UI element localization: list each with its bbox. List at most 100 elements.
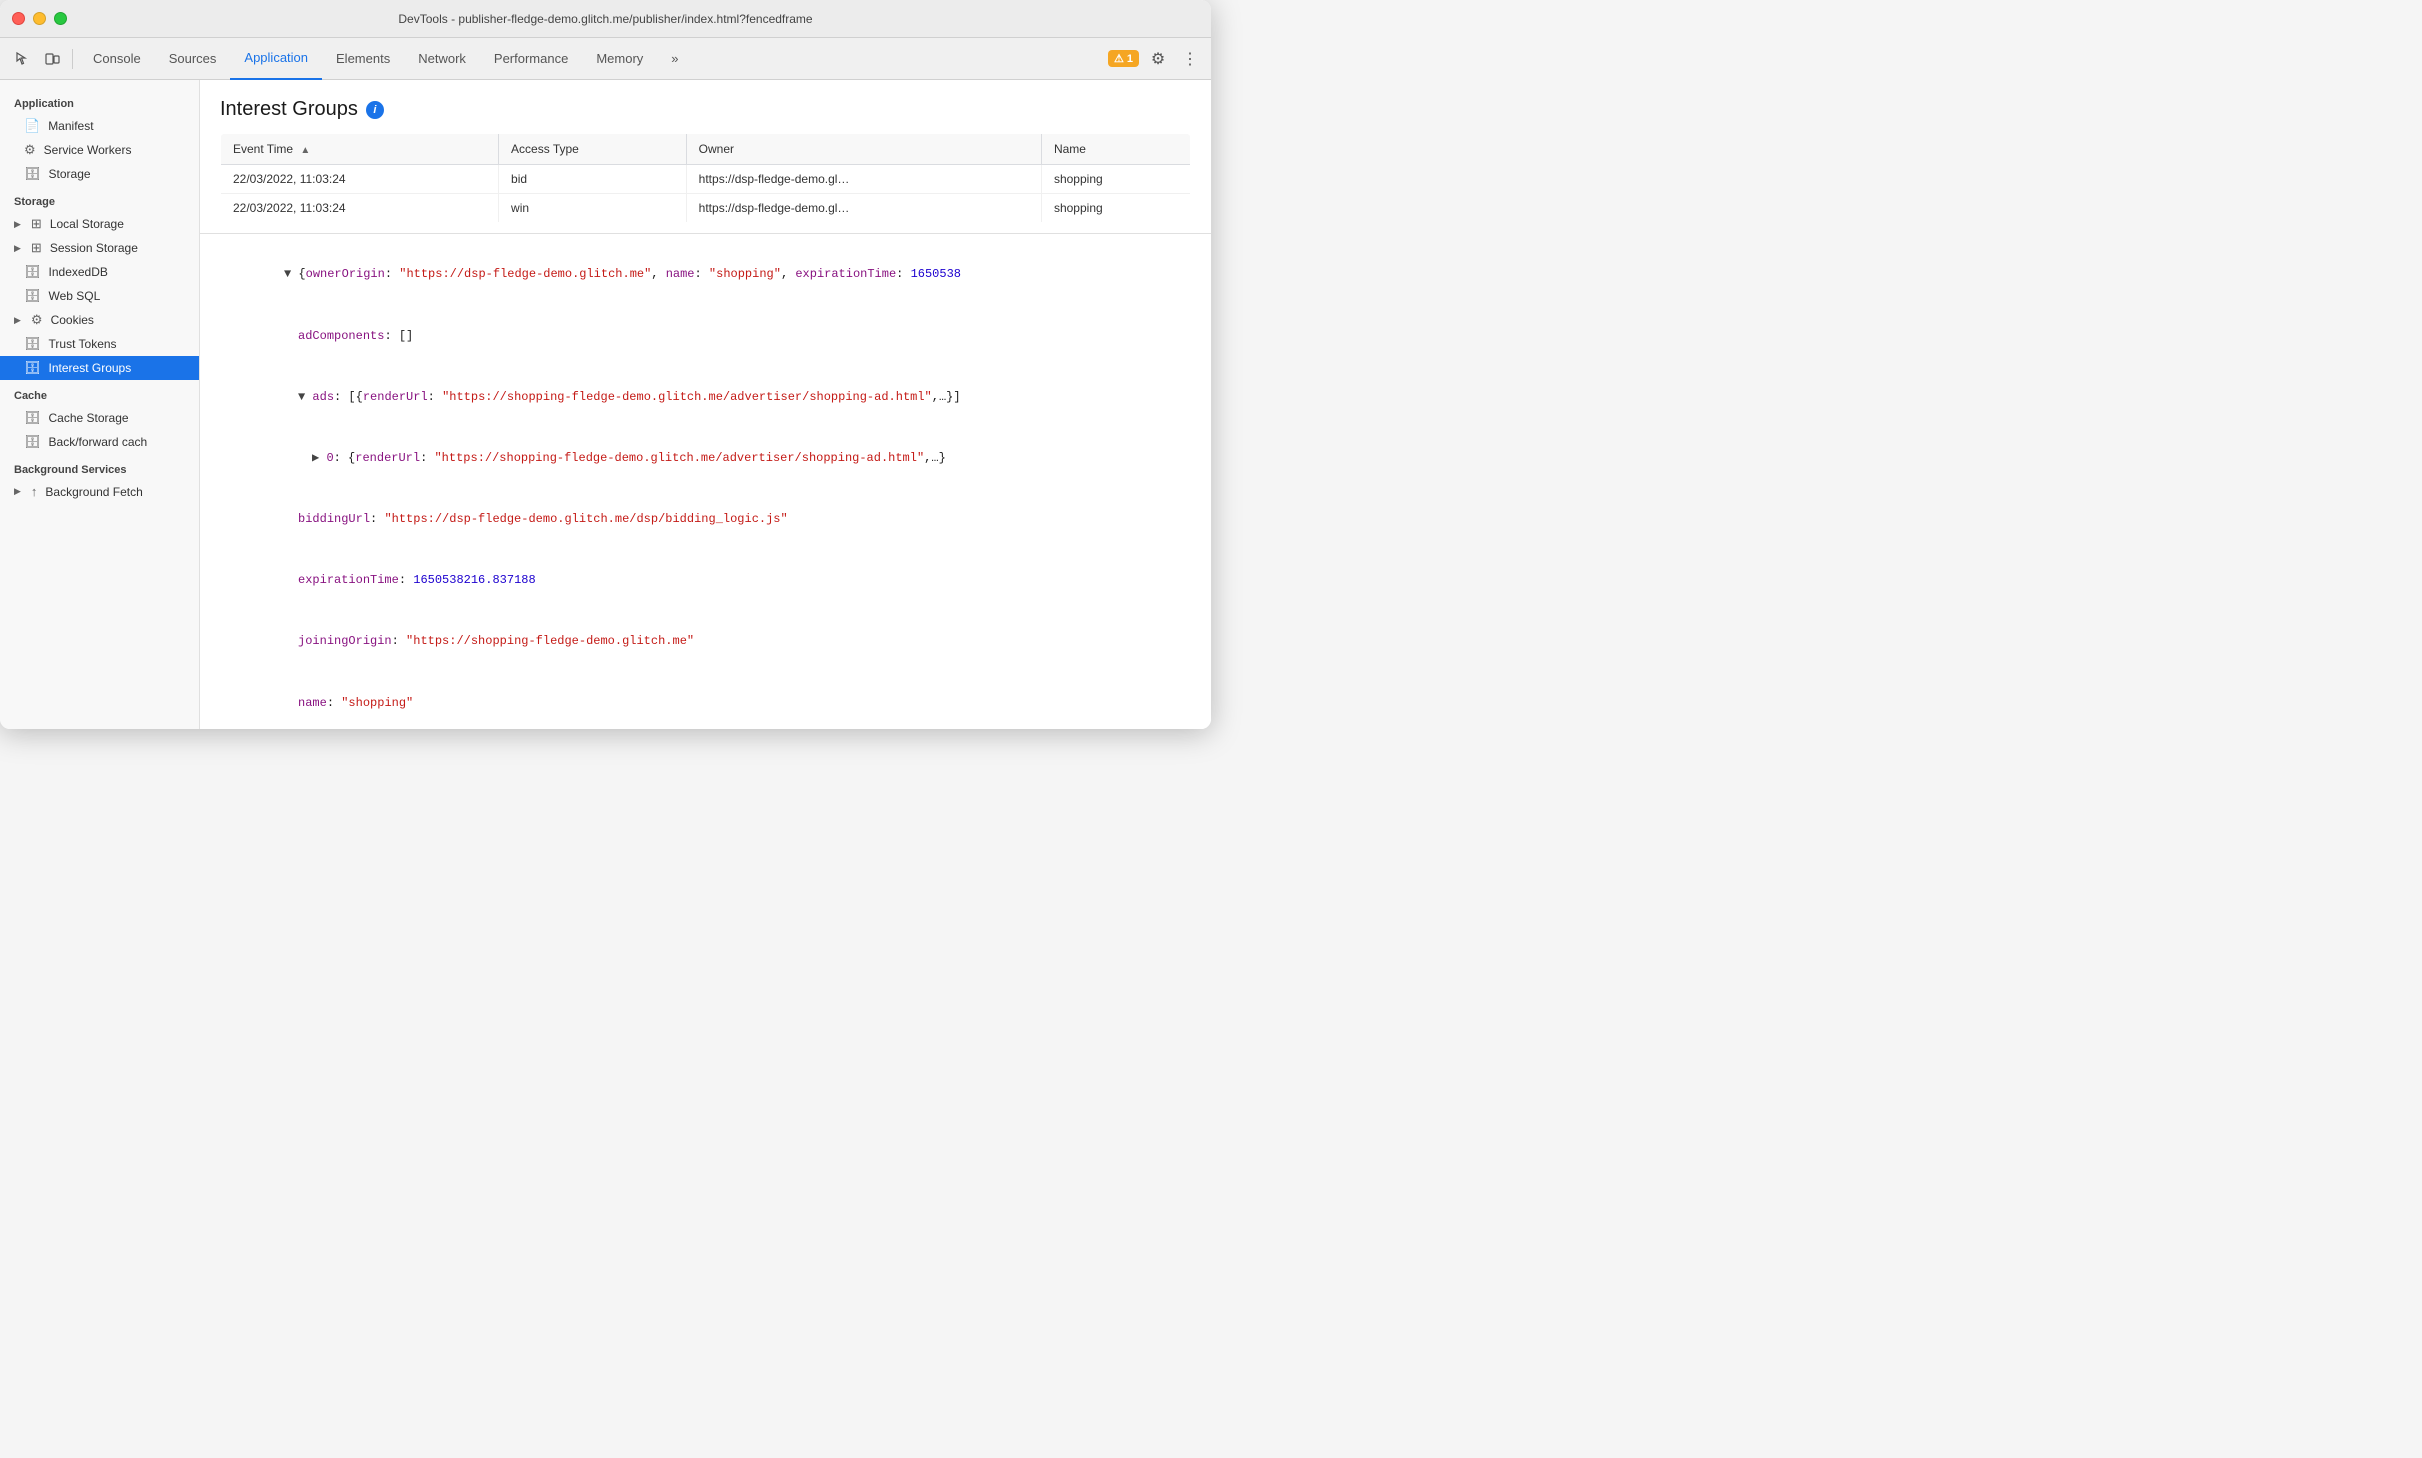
- tab-performance[interactable]: Performance: [480, 38, 582, 80]
- detail-line-3: ▼ ads: [{renderUrl: "https://shopping-fl…: [226, 366, 1199, 427]
- detail-line-8: name: "shopping": [226, 672, 1199, 729]
- interest-groups-icon: 🗄: [24, 360, 41, 376]
- detail-line-6: expirationTime: 1650538216.837188: [226, 550, 1199, 611]
- web-sql-label: Web SQL: [49, 289, 101, 303]
- cache-section-header: Cache: [0, 380, 199, 406]
- titlebar: DevTools - publisher-fledge-demo.glitch.…: [0, 0, 1211, 38]
- cell-access-type-1: bid: [499, 165, 687, 194]
- sidebar-item-storage[interactable]: 🗄 Storage: [0, 162, 199, 186]
- maximize-button[interactable]: [54, 12, 67, 25]
- background-fetch-label: Background Fetch: [45, 485, 142, 499]
- manifest-icon: 📄: [24, 118, 40, 134]
- storage-icon: 🗄: [24, 166, 41, 182]
- toolbar-tabs: Console Sources Application Elements Net…: [79, 38, 1106, 80]
- sidebar-item-web-sql[interactable]: 🗄 Web SQL: [0, 284, 199, 308]
- device-toolbar-button[interactable]: [38, 45, 66, 73]
- service-workers-label: Service Workers: [44, 143, 132, 157]
- sidebar-item-interest-groups[interactable]: 🗄 Interest Groups: [0, 356, 199, 380]
- interest-groups-title: Interest Groups: [220, 98, 358, 121]
- detail-line-2: adComponents: []: [226, 305, 1199, 366]
- toolbar-divider: [72, 49, 73, 69]
- interest-groups-header: Interest Groups i: [200, 80, 1211, 133]
- tab-memory[interactable]: Memory: [582, 38, 657, 80]
- tab-console[interactable]: Console: [79, 38, 155, 80]
- trust-tokens-icon: 🗄: [24, 336, 41, 352]
- settings-button[interactable]: ⚙: [1145, 46, 1171, 72]
- storage-section-header: Storage: [0, 186, 199, 212]
- cell-event-time-1: 22/03/2022, 11:03:24: [221, 165, 499, 194]
- window-title: DevTools - publisher-fledge-demo.glitch.…: [398, 12, 812, 26]
- bg-section-header: Background Services: [0, 454, 199, 480]
- indexeddb-label: IndexedDB: [49, 265, 108, 279]
- toolbar: Console Sources Application Elements Net…: [0, 38, 1211, 80]
- cell-name-2: shopping: [1041, 194, 1190, 223]
- col-owner[interactable]: Owner: [686, 134, 1041, 165]
- table-row[interactable]: 22/03/2022, 11:03:24 bid https://dsp-fle…: [221, 165, 1191, 194]
- tab-application[interactable]: Application: [230, 38, 322, 80]
- detail-line-7: joiningOrigin: "https://shopping-fledge-…: [226, 611, 1199, 672]
- cache-storage-label: Cache Storage: [49, 411, 129, 425]
- toolbar-right: ⚠ 1 ⚙ ⋮: [1108, 46, 1203, 72]
- manifest-label: Manifest: [48, 119, 93, 133]
- minimize-button[interactable]: [33, 12, 46, 25]
- cell-owner-2: https://dsp-fledge-demo.gl…: [686, 194, 1041, 223]
- tab-network[interactable]: Network: [404, 38, 480, 80]
- col-event-time[interactable]: Event Time ▲: [221, 134, 499, 165]
- sort-arrow-icon: ▲: [300, 145, 310, 156]
- web-sql-icon: 🗄: [24, 288, 41, 304]
- sidebar-item-service-workers[interactable]: ⚙ Service Workers: [0, 138, 199, 162]
- detail-line-4: ▶ 0: {renderUrl: "https://shopping-fledg…: [240, 428, 1199, 489]
- col-access-type[interactable]: Access Type: [499, 134, 687, 165]
- app-section-header: Application: [0, 88, 199, 114]
- back-forward-label: Back/forward cach: [49, 435, 148, 449]
- interest-groups-table-container: Event Time ▲ Access Type Owner Name: [200, 133, 1211, 223]
- tab-more[interactable]: »: [657, 38, 692, 80]
- indexeddb-icon: 🗄: [24, 264, 41, 280]
- interest-groups-label: Interest Groups: [49, 361, 132, 375]
- session-storage-label: Session Storage: [50, 241, 138, 255]
- table-row[interactable]: 22/03/2022, 11:03:24 win https://dsp-fle…: [221, 194, 1191, 223]
- cell-event-time-2: 22/03/2022, 11:03:24: [221, 194, 499, 223]
- cell-access-type-2: win: [499, 194, 687, 223]
- cache-storage-icon: 🗄: [24, 410, 41, 426]
- warning-badge[interactable]: ⚠ 1: [1108, 50, 1139, 67]
- cell-owner-1: https://dsp-fledge-demo.gl…: [686, 165, 1041, 194]
- content-panel: Interest Groups i Event Time ▲ Access Ty…: [200, 80, 1211, 729]
- trust-tokens-label: Trust Tokens: [49, 337, 117, 351]
- col-name[interactable]: Name: [1041, 134, 1190, 165]
- sidebar-item-cookies[interactable]: ▶ ⚙ Cookies: [0, 308, 199, 332]
- main-layout: Application 📄 Manifest ⚙ Service Workers…: [0, 80, 1211, 729]
- sidebar-item-local-storage[interactable]: ▶ ⊞ Local Storage: [0, 212, 199, 236]
- sidebar-item-manifest[interactable]: 📄 Manifest: [0, 114, 199, 138]
- session-storage-arrow-icon: ▶: [14, 243, 21, 254]
- close-button[interactable]: [12, 12, 25, 25]
- sidebar-item-session-storage[interactable]: ▶ ⊞ Session Storage: [0, 236, 199, 260]
- local-storage-label: Local Storage: [50, 217, 124, 231]
- sidebar: Application 📄 Manifest ⚙ Service Workers…: [0, 80, 200, 729]
- tab-elements[interactable]: Elements: [322, 38, 404, 80]
- detail-line-1: ▼ {ownerOrigin: "https://dsp-fledge-demo…: [212, 244, 1199, 305]
- local-storage-arrow-icon: ▶: [14, 219, 21, 230]
- sidebar-item-back-forward[interactable]: 🗄 Back/forward cach: [0, 430, 199, 454]
- back-forward-icon: 🗄: [24, 434, 41, 450]
- sidebar-item-background-fetch[interactable]: ▶ ↑ Background Fetch: [0, 480, 199, 503]
- cookies-arrow-icon: ▶: [14, 315, 21, 326]
- cell-name-1: shopping: [1041, 165, 1190, 194]
- sidebar-item-cache-storage[interactable]: 🗄 Cache Storage: [0, 406, 199, 430]
- sidebar-item-trust-tokens[interactable]: 🗄 Trust Tokens: [0, 332, 199, 356]
- info-icon[interactable]: i: [366, 101, 384, 119]
- service-workers-icon: ⚙: [24, 142, 36, 158]
- more-options-button[interactable]: ⋮: [1177, 46, 1203, 72]
- background-fetch-icon: ↑: [31, 484, 38, 499]
- sidebar-item-indexeddb[interactable]: 🗄 IndexedDB: [0, 260, 199, 284]
- cookies-label: Cookies: [51, 313, 94, 327]
- tab-sources[interactable]: Sources: [155, 38, 231, 80]
- devtools-window: DevTools - publisher-fledge-demo.glitch.…: [0, 0, 1211, 729]
- cookies-icon: ⚙: [31, 312, 43, 328]
- interest-groups-table: Event Time ▲ Access Type Owner Name: [220, 133, 1191, 223]
- background-fetch-arrow-icon: ▶: [14, 486, 21, 497]
- detail-line-5: biddingUrl: "https://dsp-fledge-demo.gli…: [226, 489, 1199, 550]
- warning-count: 1: [1127, 53, 1133, 65]
- inspect-tool-button[interactable]: [8, 45, 36, 73]
- detail-panel[interactable]: ▼ {ownerOrigin: "https://dsp-fledge-demo…: [200, 233, 1211, 729]
